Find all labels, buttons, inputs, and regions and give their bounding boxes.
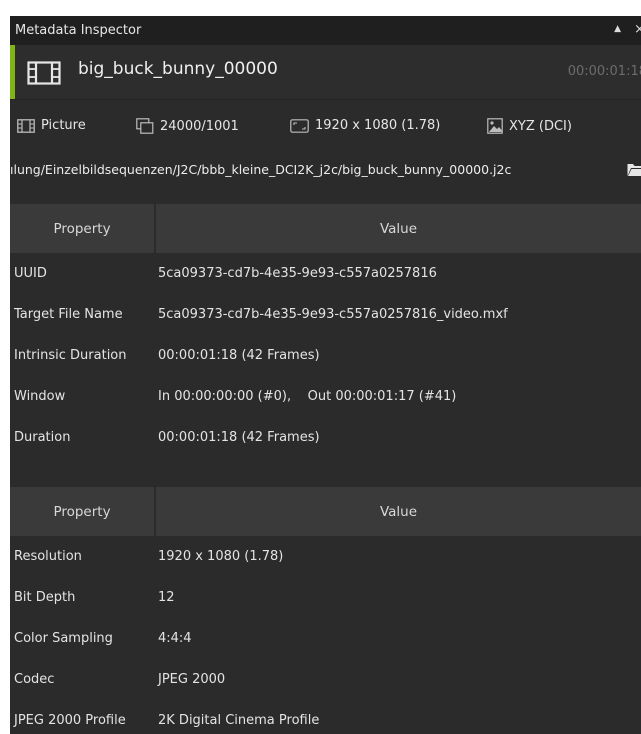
property-key: Target File Name [14,307,123,322]
color-space-info: XYZ (DCI) [487,118,572,134]
column-header-value[interactable]: Value [155,204,641,253]
film-icon [17,118,35,133]
table-row[interactable]: Target File Name 5ca09373-cd7b-4e35-9e93… [10,294,641,335]
table-header-row: Property Value [10,204,641,253]
copy-frames-icon [136,118,154,134]
property-key: Window [14,389,66,404]
aspect-ratio-icon [290,118,309,133]
property-key: Duration [14,430,71,445]
property-key: Bit Depth [14,590,76,605]
column-header-property[interactable]: Property [10,487,156,536]
property-value: 12 [158,590,175,605]
table-row[interactable]: Duration 00:00:01:18 (42 Frames) [10,417,641,458]
asset-properties-table: Property Value UUID 5ca09373-cd7b-4e35-9… [10,204,641,458]
panel-title: Metadata Inspector [15,23,142,38]
column-header-property[interactable]: Property [10,204,156,253]
property-key: JPEG 2000 Profile [14,713,126,728]
table-row[interactable]: Window In 00:00:00:00 (#0), Out 00:00:01… [10,376,641,417]
table-row[interactable]: Color Sampling 4:4:4 [10,618,641,659]
table-row[interactable]: Resolution 1920 x 1080 (1.78) [10,536,641,577]
folder-open-icon[interactable] [627,163,641,180]
property-value: 5ca09373-cd7b-4e35-9e93-c557a0257816 [158,266,437,281]
property-value: In 00:00:00:00 (#0), Out 00:00:01:17 (#4… [158,389,457,404]
table-row[interactable]: Codec JPEG 2000 [10,659,641,700]
property-value: JPEG 2000 [158,672,226,687]
table-row[interactable]: JPEG 2000 Profile 2K Digital Cinema Prof… [10,700,641,734]
file-path-bar: ılung/Einzelbildsequenzen/J2C/bbb_kleine… [10,160,641,180]
property-key: Codec [14,672,55,687]
metadata-inspector-panel: Metadata Inspector ▲ × big_buck_bunny_00… [10,16,641,734]
image-icon [487,118,503,134]
table-row[interactable]: UUID 5ca09373-cd7b-4e35-9e93-c557a025781… [10,253,641,294]
selection-accent-bar [10,45,15,99]
property-value: 00:00:01:18 (42 Frames) [158,430,320,445]
property-key: UUID [14,266,47,281]
table-row[interactable]: Bit Depth 12 [10,577,641,618]
clip-name: big_buck_bunny_00000 [78,59,278,79]
property-value: 2K Digital Cinema Profile [158,713,320,728]
essence-type: Picture [17,118,86,133]
property-value: 1920 x 1080 (1.78) [158,549,284,564]
collapse-arrow-icon[interactable]: ▲ [614,24,621,34]
frame-rate: 24000/1001 [136,118,239,134]
property-value: 5ca09373-cd7b-4e35-9e93-c557a0257816_vid… [158,307,508,322]
property-value: 4:4:4 [158,631,192,646]
clip-timecode: 00:00:01:18 [567,64,641,79]
clip-header: big_buck_bunny_00000 00:00:01:18 [10,45,641,100]
picture-properties-table: Property Value Resolution 1920 x 1080 (1… [10,487,641,734]
table-header-row: Property Value [10,487,641,536]
property-key: Color Sampling [14,631,113,646]
column-header-value[interactable]: Value [155,487,641,536]
table-row[interactable]: Intrinsic Duration 00:00:01:18 (42 Frame… [10,335,641,376]
property-value: 00:00:01:18 (42 Frames) [158,348,320,363]
property-key: Resolution [14,549,82,564]
panel-titlebar: Metadata Inspector ▲ × [10,16,641,45]
close-icon[interactable]: × [634,22,641,37]
resolution-info: 1920 x 1080 (1.78) [290,118,440,133]
film-strip-icon [27,61,61,89]
essence-info-bar: Picture 24000/1001 1920 x 1080 (1.78) XY… [10,116,641,138]
property-key: Intrinsic Duration [14,348,127,363]
file-path[interactable]: ılung/Einzelbildsequenzen/J2C/bbb_kleine… [10,162,511,177]
